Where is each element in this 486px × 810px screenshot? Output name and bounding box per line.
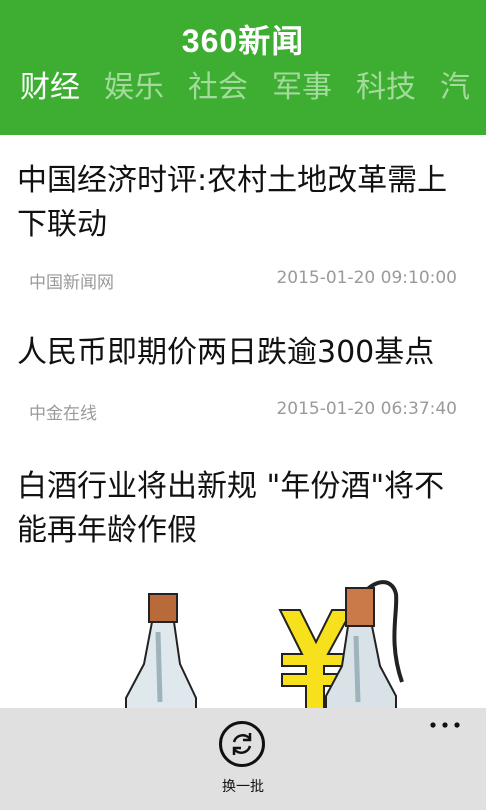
tab-society[interactable]: 社会 (188, 66, 248, 110)
news-time: 2015-01-20 06:37:40 (276, 399, 457, 419)
tab-finance[interactable]: 财经 (20, 66, 80, 110)
tab-entertainment[interactable]: 娱乐 (104, 66, 164, 110)
liquor-bottle-right (325, 580, 404, 710)
category-tabs: 财经 娱乐 社会 军事 科技汽 (20, 66, 486, 110)
news-source: 中国新闻网 (29, 273, 114, 293)
news-source: 中金在线 (29, 404, 97, 424)
app-bar: 换一批 (0, 708, 486, 810)
news-title[interactable]: 中国经济时评:农村土地改革需上下联动 (17, 159, 469, 247)
tab-military[interactable]: 军事 (272, 66, 332, 110)
refresh-label: 换一批 (222, 779, 264, 795)
news-title[interactable]: 人民币即期价两日跌逾300基点 (17, 331, 469, 375)
news-item[interactable]: 人民币即期价两日跌逾300基点 中金在线 2015-01-20 06:37:40 (0, 331, 486, 424)
app-header: 360新闻 财经 娱乐 社会 军事 科技汽 (0, 0, 486, 135)
tab-auto[interactable]: 汽 (440, 66, 470, 110)
news-item[interactable]: 中国经济时评:农村土地改革需上下联动 中国新闻网 2015-01-20 09:1… (0, 159, 486, 293)
app-logo: 360新闻 (181, 23, 305, 59)
tab-technology[interactable]: 科技 (356, 66, 416, 110)
refresh-button[interactable] (219, 721, 265, 767)
liquor-bottle-left (125, 593, 197, 710)
news-title[interactable]: 白酒行业将出新规 "年份酒"将不能再年龄作假 (17, 465, 469, 553)
news-item[interactable]: 白酒行业将出新规 "年份酒"将不能再年龄作假 (0, 465, 486, 553)
news-feed: 中国经济时评:农村土地改革需上下联动 中国新闻网 2015-01-20 09:1… (0, 135, 486, 710)
refresh-icon (232, 733, 252, 755)
news-illustration[interactable] (0, 572, 486, 710)
news-time: 2015-01-20 09:10:00 (276, 268, 457, 288)
more-options-icon[interactable] (428, 716, 462, 734)
